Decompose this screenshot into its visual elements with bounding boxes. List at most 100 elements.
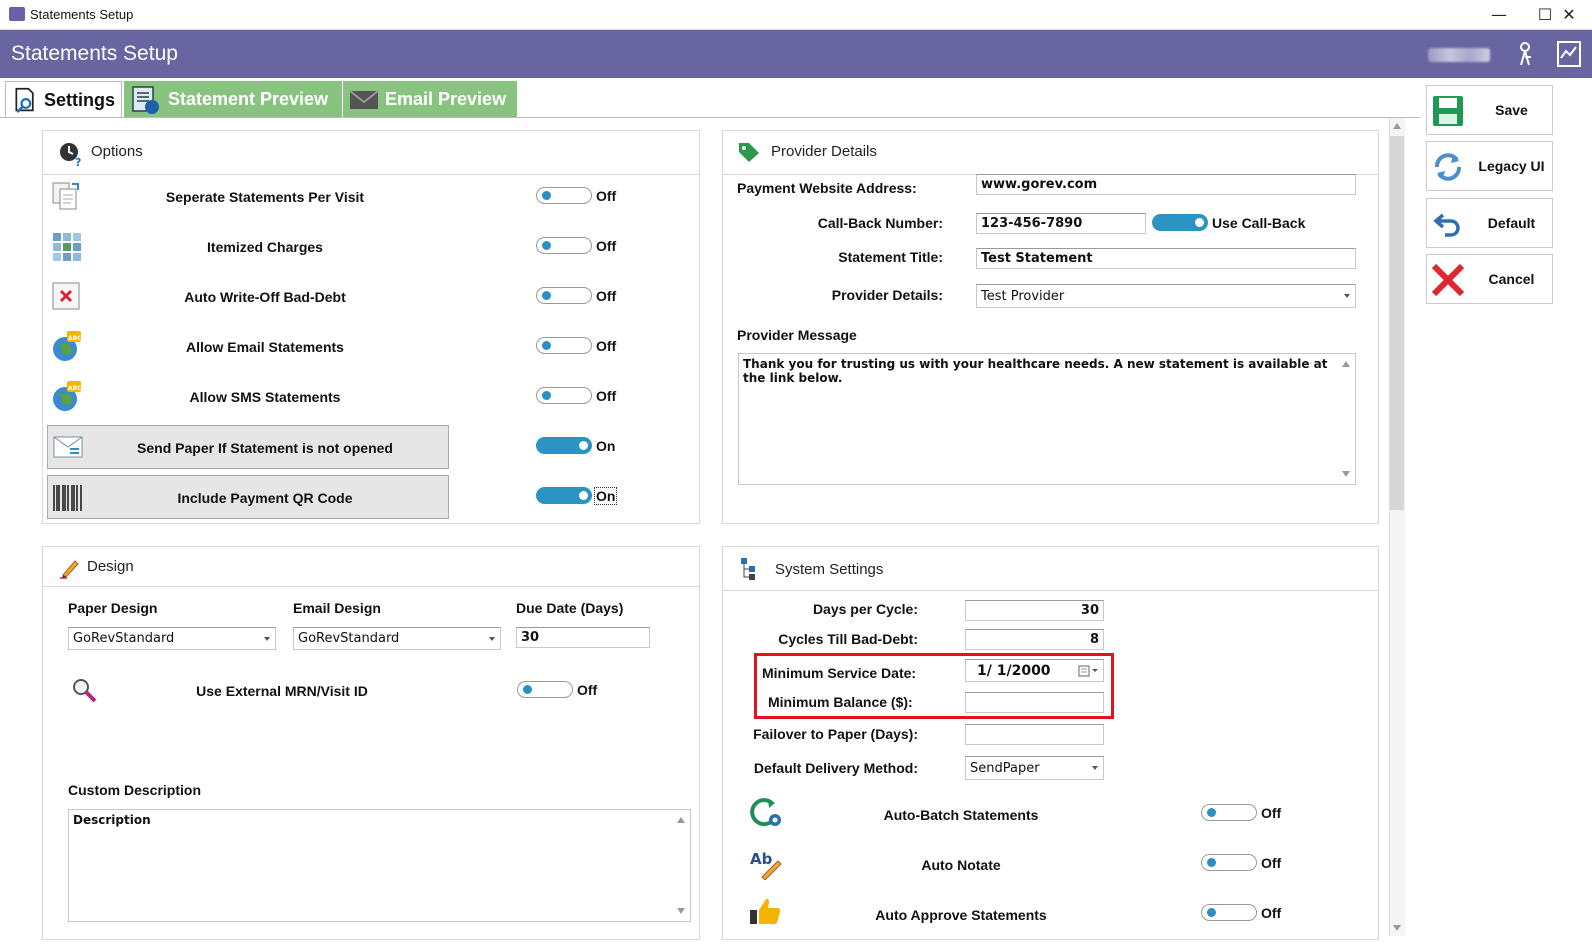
- provider-header: Provider Details: [723, 131, 1378, 175]
- chevron-down-icon: [489, 637, 495, 641]
- clock-question-icon: ?: [60, 143, 81, 167]
- failover-input[interactable]: [965, 724, 1104, 745]
- tab-divider: [0, 117, 1420, 118]
- custom-description-scrollbar[interactable]: [673, 810, 690, 921]
- minimize-button[interactable]: —: [1476, 0, 1522, 30]
- tab-statement-preview-label: Statement Preview: [168, 89, 329, 109]
- auto-writeoff-toggle[interactable]: [536, 287, 592, 304]
- custom-description-label: Custom Description: [68, 782, 202, 798]
- tab-settings[interactable]: Settings: [5, 81, 122, 118]
- min-service-date-label: Minimum Service Date:: [762, 665, 917, 681]
- chevron-down-icon: [1344, 294, 1350, 298]
- option-label-writeoff: Auto Write-Off Bad-Debt: [184, 289, 346, 305]
- external-mrn-state: Off: [577, 682, 598, 698]
- user-name-blurred: [1428, 48, 1490, 62]
- use-callback-toggle[interactable]: [1152, 214, 1208, 231]
- days-cycle-input[interactable]: 30: [965, 600, 1104, 621]
- options-header: ? Options: [43, 131, 699, 175]
- website-input[interactable]: www.gorev.com: [976, 174, 1356, 195]
- auto-batch-refresh-gear-icon: [750, 798, 781, 827]
- auto-approve-toggle[interactable]: [1201, 904, 1257, 921]
- option-label-itemized: Itemized Charges: [207, 239, 323, 255]
- statement-title-input[interactable]: Test Statement: [976, 248, 1356, 269]
- provider-details-select[interactable]: Test Provider: [976, 284, 1356, 308]
- main-scrollbar-thumb[interactable]: [1390, 136, 1404, 510]
- hierarchy-icon: [741, 558, 755, 580]
- auto-approve-state: Off: [1261, 905, 1282, 921]
- use-callback-label: Use Call-Back: [1212, 215, 1306, 231]
- user-keys-icon[interactable]: [1512, 41, 1538, 67]
- itemized-grid-icon: [53, 233, 81, 261]
- email-design-value: GoRevStandard: [298, 631, 400, 646]
- auto-batch-state: Off: [1261, 805, 1282, 821]
- due-date-label: Due Date (Days): [516, 600, 624, 616]
- min-service-date-picker[interactable]: 1/ 1/2000: [965, 659, 1104, 682]
- failover-label: Failover to Paper (Days):: [753, 726, 918, 742]
- tag-icon: [739, 143, 759, 162]
- auto-approve-label: Auto Approve Statements: [875, 907, 1047, 923]
- delivery-method-select[interactable]: SendPaper: [965, 756, 1104, 780]
- custom-description-textarea[interactable]: Description: [68, 809, 691, 922]
- allow-email-toggle[interactable]: [536, 337, 592, 354]
- itemized-charges-toggle[interactable]: [536, 237, 592, 254]
- provider-message-textarea[interactable]: Thank you for trusting us with your heal…: [738, 353, 1356, 485]
- tab-statement-preview[interactable]: Statement Preview: [124, 81, 342, 118]
- min-balance-input[interactable]: [965, 692, 1104, 713]
- option-label-email: Allow Email Statements: [186, 339, 344, 355]
- tab-email-preview[interactable]: Email Preview: [343, 81, 517, 118]
- default-button[interactable]: Default: [1426, 198, 1553, 248]
- calendar-dropdown-icon[interactable]: [1078, 665, 1100, 677]
- envelope-icon: [349, 89, 379, 109]
- paper-design-label: Paper Design: [68, 600, 158, 616]
- paper-design-select[interactable]: GoRevStandard: [68, 627, 276, 650]
- delivery-method-value: SendPaper: [970, 761, 1040, 776]
- legacy-ui-button[interactable]: Legacy UI: [1426, 141, 1553, 191]
- callback-input[interactable]: 123-456-7890: [976, 213, 1146, 234]
- thumbs-up-icon: [750, 898, 781, 924]
- include-qr-toggle[interactable]: [536, 487, 592, 504]
- cancel-x-icon: [1431, 263, 1465, 297]
- window-titlebar: Statements Setup — ☐ ✕: [0, 0, 1592, 30]
- custom-description-text: Description: [73, 813, 151, 827]
- delivery-method-label: Default Delivery Method:: [753, 760, 918, 776]
- auto-notate-toggle[interactable]: [1201, 854, 1257, 871]
- report-chart-icon[interactable]: [1556, 40, 1582, 68]
- globe-abc-sms-icon: ABC: [53, 381, 82, 411]
- cycles-bad-debt-input[interactable]: 8: [965, 629, 1104, 650]
- provider-message-label: Provider Message: [737, 327, 857, 343]
- cycles-bad-debt-label: Cycles Till Bad-Debt:: [778, 631, 918, 647]
- auto-writeoff-state: Off: [596, 288, 617, 304]
- allow-sms-toggle[interactable]: [536, 387, 592, 404]
- save-button[interactable]: Save: [1426, 85, 1553, 135]
- pencil-icon: [60, 560, 79, 579]
- app-header: Statements Setup: [0, 30, 1592, 78]
- provider-title: Provider Details: [771, 143, 877, 160]
- legacy-ui-label: Legacy UI: [1478, 158, 1545, 174]
- callback-label: Call-Back Number:: [817, 215, 943, 231]
- svg-text:ABC: ABC: [68, 335, 82, 342]
- send-paper-toggle[interactable]: [536, 437, 592, 454]
- external-mrn-toggle[interactable]: [517, 681, 573, 698]
- options-title: Options: [91, 143, 143, 160]
- design-header: Design: [43, 547, 699, 587]
- refresh-icon: [1435, 153, 1461, 181]
- due-date-input[interactable]: 30: [516, 627, 650, 648]
- separate-statements-toggle[interactable]: [536, 187, 592, 204]
- send-paper-row-button[interactable]: Send Paper If Statement is not opened: [47, 425, 449, 469]
- cancel-label: Cancel: [1488, 271, 1535, 287]
- close-button[interactable]: ✕: [1546, 0, 1592, 30]
- auto-notate-state: Off: [1261, 855, 1282, 871]
- external-mrn-label: Use External MRN/Visit ID: [196, 683, 368, 699]
- window-title: Statements Setup: [30, 7, 134, 22]
- email-design-select[interactable]: GoRevStandard: [293, 627, 501, 650]
- app-icon: [9, 7, 25, 21]
- cancel-button[interactable]: Cancel: [1426, 254, 1553, 304]
- email-design-label: Email Design: [293, 600, 381, 616]
- save-disk-icon: [1433, 96, 1463, 126]
- itemized-charges-state: Off: [596, 238, 617, 254]
- auto-batch-toggle[interactable]: [1201, 804, 1257, 821]
- days-cycle-label: Days per Cycle:: [812, 601, 918, 617]
- globe-abc-icon: ABC: [53, 331, 82, 361]
- include-qr-row-button[interactable]: Include Payment QR Code: [47, 475, 449, 519]
- provider-message-scrollbar[interactable]: [1338, 354, 1355, 484]
